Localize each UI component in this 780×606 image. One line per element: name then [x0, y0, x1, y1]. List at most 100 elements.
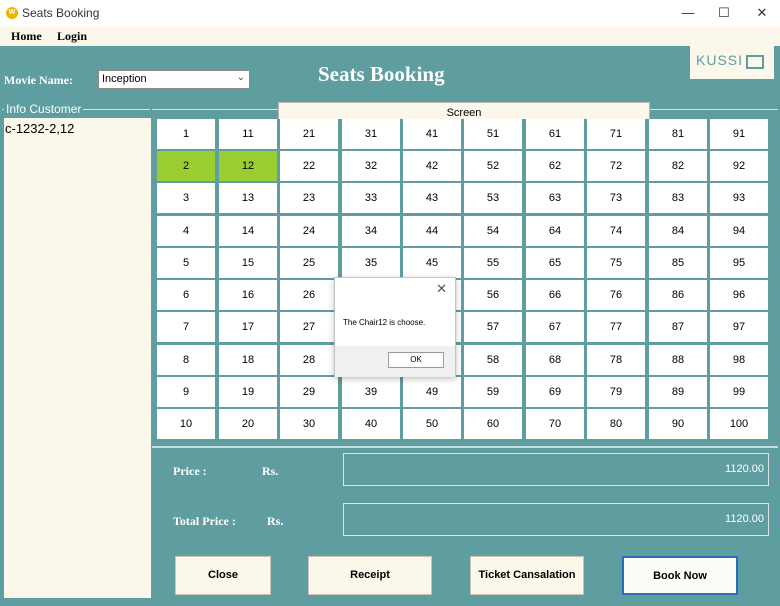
seat-button[interactable]: 94 [710, 216, 768, 246]
seat-button[interactable]: 4 [157, 216, 215, 246]
seat-button[interactable]: 54 [464, 216, 522, 246]
seat-button[interactable]: 22 [280, 151, 338, 181]
seat-button[interactable]: 20 [219, 409, 277, 439]
seat-button[interactable]: 18 [219, 345, 277, 375]
seat-button[interactable]: 83 [649, 183, 707, 213]
seat-button[interactable]: 15 [219, 248, 277, 278]
seat-button[interactable]: 92 [710, 151, 768, 181]
minimize-button[interactable]: — [672, 3, 704, 23]
seat-button[interactable]: 34 [342, 216, 400, 246]
seat-button[interactable]: 72 [587, 151, 645, 181]
seat-button[interactable]: 7 [157, 312, 215, 342]
seat-button[interactable]: 50 [403, 409, 461, 439]
ok-button[interactable]: OK [388, 352, 444, 368]
seat-button[interactable]: 5 [157, 248, 215, 278]
seat-button[interactable]: 42 [403, 151, 461, 181]
seat-button[interactable]: 63 [526, 183, 584, 213]
seat-button[interactable]: 8 [157, 345, 215, 375]
seat-button[interactable]: 75 [587, 248, 645, 278]
seat-button[interactable]: 59 [464, 377, 522, 407]
seat-button[interactable]: 19 [219, 377, 277, 407]
seat-button[interactable]: 95 [710, 248, 768, 278]
seat-button[interactable]: 10 [157, 409, 215, 439]
seat-button[interactable]: 17 [219, 312, 277, 342]
seat-button[interactable]: 74 [587, 216, 645, 246]
seat-button[interactable]: 66 [526, 280, 584, 310]
seat-button[interactable]: 44 [403, 216, 461, 246]
seat-button[interactable]: 81 [649, 119, 707, 149]
seat-button[interactable]: 13 [219, 183, 277, 213]
seat-button[interactable]: 35 [342, 248, 400, 278]
seat-button[interactable]: 80 [587, 409, 645, 439]
seat-button[interactable]: 71 [587, 119, 645, 149]
seat-button[interactable]: 97 [710, 312, 768, 342]
seat-button[interactable]: 93 [710, 183, 768, 213]
ticket-cancellation-button[interactable]: Ticket Cansalation [470, 556, 584, 595]
info-customer-textbox[interactable]: c-1232-2,12 [4, 118, 151, 598]
seat-button[interactable]: 56 [464, 280, 522, 310]
seat-button[interactable]: 33 [342, 183, 400, 213]
seat-button[interactable]: 12 [219, 151, 277, 181]
menu-login[interactable]: Login [57, 29, 87, 44]
seat-button[interactable]: 27 [280, 312, 338, 342]
seat-button[interactable]: 1 [157, 119, 215, 149]
movie-select[interactable]: Inception ⌄ [98, 70, 250, 89]
seat-button[interactable]: 23 [280, 183, 338, 213]
seat-button[interactable]: 21 [280, 119, 338, 149]
seat-button[interactable]: 30 [280, 409, 338, 439]
seat-button[interactable]: 11 [219, 119, 277, 149]
seat-button[interactable]: 88 [649, 345, 707, 375]
seat-button[interactable]: 41 [403, 119, 461, 149]
seat-button[interactable]: 70 [526, 409, 584, 439]
seat-button[interactable]: 68 [526, 345, 584, 375]
seat-button[interactable]: 6 [157, 280, 215, 310]
seat-button[interactable]: 89 [649, 377, 707, 407]
seat-button[interactable]: 14 [219, 216, 277, 246]
maximize-button[interactable]: ☐ [708, 3, 740, 23]
seat-button[interactable]: 77 [587, 312, 645, 342]
price-field[interactable]: 1120.00 [343, 453, 769, 486]
seat-button[interactable]: 28 [280, 345, 338, 375]
seat-button[interactable]: 53 [464, 183, 522, 213]
seat-button[interactable]: 39 [342, 377, 400, 407]
seat-button[interactable]: 31 [342, 119, 400, 149]
seat-button[interactable]: 24 [280, 216, 338, 246]
seat-button[interactable]: 40 [342, 409, 400, 439]
seat-button[interactable]: 58 [464, 345, 522, 375]
seat-button[interactable]: 65 [526, 248, 584, 278]
seat-button[interactable]: 84 [649, 216, 707, 246]
seat-button[interactable]: 51 [464, 119, 522, 149]
seat-button[interactable]: 67 [526, 312, 584, 342]
seat-button[interactable]: 90 [649, 409, 707, 439]
dialog-close-icon[interactable]: ✕ [436, 281, 447, 297]
seat-button[interactable]: 79 [587, 377, 645, 407]
seat-button[interactable]: 69 [526, 377, 584, 407]
seat-button[interactable]: 76 [587, 280, 645, 310]
seat-button[interactable]: 45 [403, 248, 461, 278]
window-close-button[interactable]: ✕ [746, 3, 778, 23]
seat-button[interactable]: 87 [649, 312, 707, 342]
seat-button[interactable]: 86 [649, 280, 707, 310]
seat-button[interactable]: 49 [403, 377, 461, 407]
seat-button[interactable]: 64 [526, 216, 584, 246]
receipt-button[interactable]: Receipt [308, 556, 432, 595]
seat-button[interactable]: 62 [526, 151, 584, 181]
seat-button[interactable]: 26 [280, 280, 338, 310]
seat-button[interactable]: 43 [403, 183, 461, 213]
total-price-field[interactable]: 1120.00 [343, 503, 769, 536]
seat-button[interactable]: 29 [280, 377, 338, 407]
seat-button[interactable]: 78 [587, 345, 645, 375]
seat-button[interactable]: 2 [157, 151, 215, 181]
seat-button[interactable]: 82 [649, 151, 707, 181]
seat-button[interactable]: 99 [710, 377, 768, 407]
seat-button[interactable]: 98 [710, 345, 768, 375]
seat-button[interactable]: 55 [464, 248, 522, 278]
seat-button[interactable]: 57 [464, 312, 522, 342]
seat-button[interactable]: 91 [710, 119, 768, 149]
seat-button[interactable]: 32 [342, 151, 400, 181]
seat-button[interactable]: 60 [464, 409, 522, 439]
seat-button[interactable]: 85 [649, 248, 707, 278]
seat-button[interactable]: 61 [526, 119, 584, 149]
seat-button[interactable]: 96 [710, 280, 768, 310]
seat-button[interactable]: 3 [157, 183, 215, 213]
